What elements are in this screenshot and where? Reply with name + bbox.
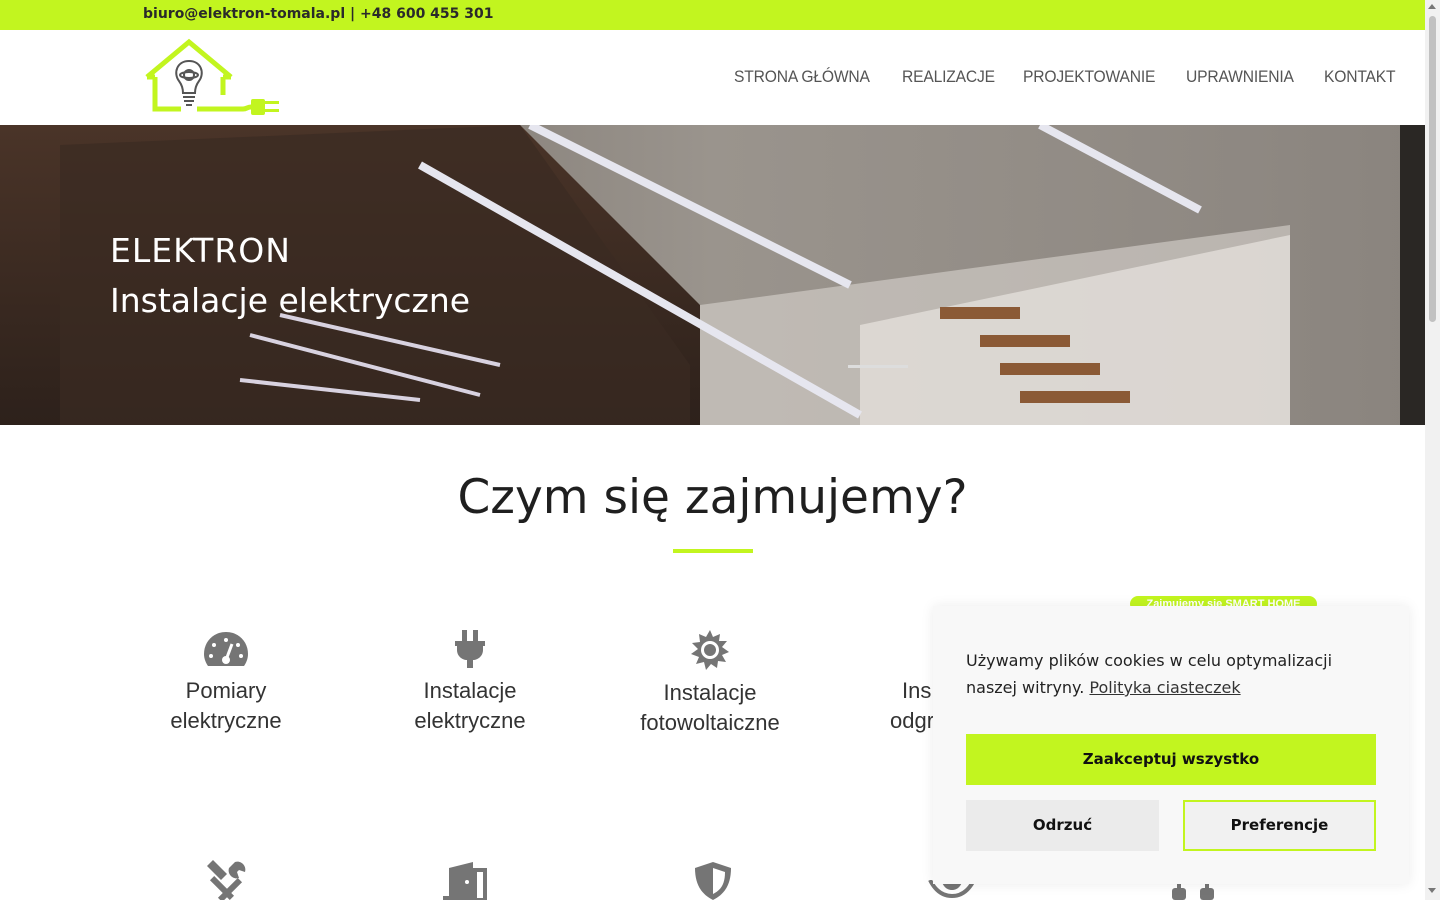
building-icon [1172, 884, 1214, 900]
service-label-line2: elektryczne [414, 708, 526, 733]
nav-item-home[interactable]: STRONA GŁÓWNA [734, 67, 870, 87]
shield-icon [695, 862, 731, 900]
gauge-icon [204, 632, 248, 666]
logo[interactable] [143, 37, 285, 117]
hero-banner: ELEKTRON Instalacje elektryczne [0, 125, 1425, 425]
contact-info[interactable]: biuro@elektron-tomala.pl | +48 600 455 3… [143, 6, 494, 22]
hero-background-image [0, 125, 1425, 425]
heading-underline [673, 549, 753, 553]
service-measurements[interactable]: Pomiary elektryczne [146, 630, 306, 736]
door-icon [443, 862, 487, 900]
cookie-consent-banner: Używamy plików cookies w celu optymaliza… [933, 606, 1409, 884]
service-label-line1: Pomiary [185, 678, 267, 703]
scrollbar-thumb[interactable] [1429, 16, 1436, 322]
service-label-line1: Instalacje [423, 678, 517, 703]
top-contact-bar: biuro@elektron-tomala.pl | +48 600 455 3… [0, 0, 1425, 30]
plug-icon [455, 630, 485, 668]
page-scrollbar[interactable] [1425, 0, 1440, 900]
nav-item-contact[interactable]: KONTAKT [1324, 67, 1396, 87]
hero-title: ELEKTRON [110, 231, 291, 270]
main-nav: STRONA GŁÓWNA REALIZACJE PROJEKTOWANIE U… [734, 67, 1401, 87]
accept-all-button[interactable]: Zaakceptuj wszystko [966, 734, 1376, 785]
house-bulb-logo-icon [145, 38, 279, 115]
hero-subtitle: Instalacje elektryczne [110, 281, 471, 320]
scroll-down-arrow-icon[interactable] [1428, 888, 1436, 893]
nav-item-design[interactable]: PROJEKTOWANIE [1023, 67, 1155, 87]
service-label-line1: Instalacje [663, 680, 757, 705]
nav-item-licenses[interactable]: UPRAWNIENIA [1186, 67, 1294, 87]
cookie-message: Używamy plików cookies w celu optymaliza… [966, 647, 1376, 701]
preferences-button[interactable]: Preferencje [1183, 800, 1376, 851]
service-electrical-installations[interactable]: Instalacje elektryczne [390, 630, 550, 736]
site-header: STRONA GŁÓWNA REALIZACJE PROJEKTOWANIE U… [0, 30, 1425, 125]
nav-item-projects[interactable]: REALIZACJE [902, 67, 995, 87]
sun-icon [691, 630, 729, 670]
scroll-up-arrow-icon[interactable] [1428, 4, 1436, 9]
service-label-line2: fotowoltaiczne [640, 710, 780, 735]
services-heading: Czym się zajmujemy? [457, 470, 968, 525]
reject-button[interactable]: Odrzuć [966, 800, 1159, 851]
tools-icon [207, 860, 246, 900]
cookie-policy-link[interactable]: Polityka ciasteczek [1089, 678, 1240, 697]
service-photovoltaics[interactable]: Instalacje fotowoltaiczne [620, 630, 800, 738]
service-label-line2: elektryczne [170, 708, 282, 733]
